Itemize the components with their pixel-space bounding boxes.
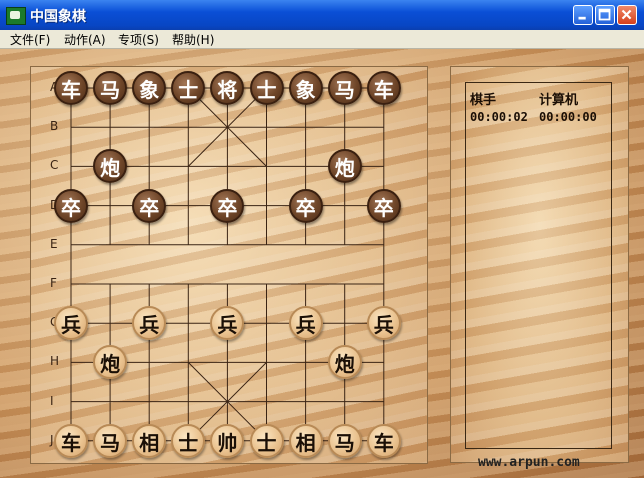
red-piece[interactable]: 车	[54, 423, 88, 458]
red-piece[interactable]: 相	[132, 423, 167, 458]
close-button[interactable]	[617, 5, 637, 25]
red-piece[interactable]: 相	[288, 423, 323, 458]
menu-special[interactable]: 专项(S)	[114, 31, 163, 48]
title-bar[interactable]: 中国象棋	[0, 0, 644, 30]
black-piece[interactable]: 士	[249, 71, 284, 105]
player-timer: 00:00:02	[470, 110, 528, 124]
red-piece[interactable]: 炮	[327, 345, 362, 380]
red-piece[interactable]: 兵	[288, 306, 323, 341]
app-icon[interactable]	[6, 7, 26, 25]
black-piece[interactable]: 象	[132, 71, 167, 105]
black-piece[interactable]: 马	[93, 71, 128, 105]
black-piece[interactable]: 车	[366, 71, 401, 105]
board-grid	[70, 87, 385, 442]
red-piece[interactable]: 士	[171, 423, 206, 458]
chess-board[interactable]: ABCDEFGHIJ 车马象士将士象马车炮炮卒卒卒卒卒兵兵兵兵兵炮炮车马相士帅士…	[30, 66, 428, 464]
black-piece[interactable]: 马	[327, 71, 362, 105]
row-label: C	[50, 158, 59, 173]
close-icon	[621, 9, 632, 20]
red-piece[interactable]: 兵	[366, 306, 401, 341]
info-frame: 棋手 计算机 00:00:02 00:00:00	[465, 82, 612, 449]
maximize-button[interactable]	[595, 5, 615, 25]
red-piece[interactable]: 马	[327, 423, 362, 458]
menu-bar: 文件(F) 动作(A) 专项(S) 帮助(H)	[0, 30, 644, 49]
black-piece[interactable]: 卒	[366, 188, 401, 223]
player-label: 棋手	[470, 93, 497, 108]
row-label: B	[50, 119, 59, 134]
black-piece[interactable]: 卒	[54, 188, 88, 223]
info-panel: 棋手 计算机 00:00:02 00:00:00	[450, 66, 629, 463]
computer-label: 计算机	[539, 93, 579, 108]
maximize-icon	[598, 8, 611, 21]
black-piece[interactable]: 卒	[288, 188, 323, 223]
black-piece[interactable]: 卒	[132, 188, 167, 223]
computer-timer: 00:00:00	[539, 110, 597, 124]
black-piece[interactable]: 卒	[210, 188, 245, 223]
row-label: I	[50, 393, 54, 408]
black-piece[interactable]: 炮	[327, 149, 362, 184]
black-piece[interactable]: 车	[54, 71, 88, 105]
minimize-button[interactable]	[573, 5, 593, 25]
menu-help[interactable]: 帮助(H)	[168, 31, 218, 48]
red-piece[interactable]: 马	[93, 423, 128, 458]
red-piece[interactable]: 士	[249, 423, 284, 458]
black-piece[interactable]: 象	[288, 71, 323, 105]
minimize-icon	[578, 16, 586, 20]
row-label: H	[50, 354, 60, 369]
row-label: E	[50, 236, 58, 251]
window-title: 中国象棋	[30, 9, 86, 25]
row-label: F	[50, 276, 57, 290]
red-piece[interactable]: 帅	[210, 423, 245, 458]
row-label: J	[50, 432, 54, 447]
menu-file[interactable]: 文件(F)	[6, 31, 54, 48]
red-piece[interactable]: 兵	[54, 306, 88, 341]
menu-action[interactable]: 动作(A)	[60, 31, 110, 48]
watermark: www.arpun.com	[478, 455, 580, 470]
red-piece[interactable]: 车	[366, 423, 401, 458]
